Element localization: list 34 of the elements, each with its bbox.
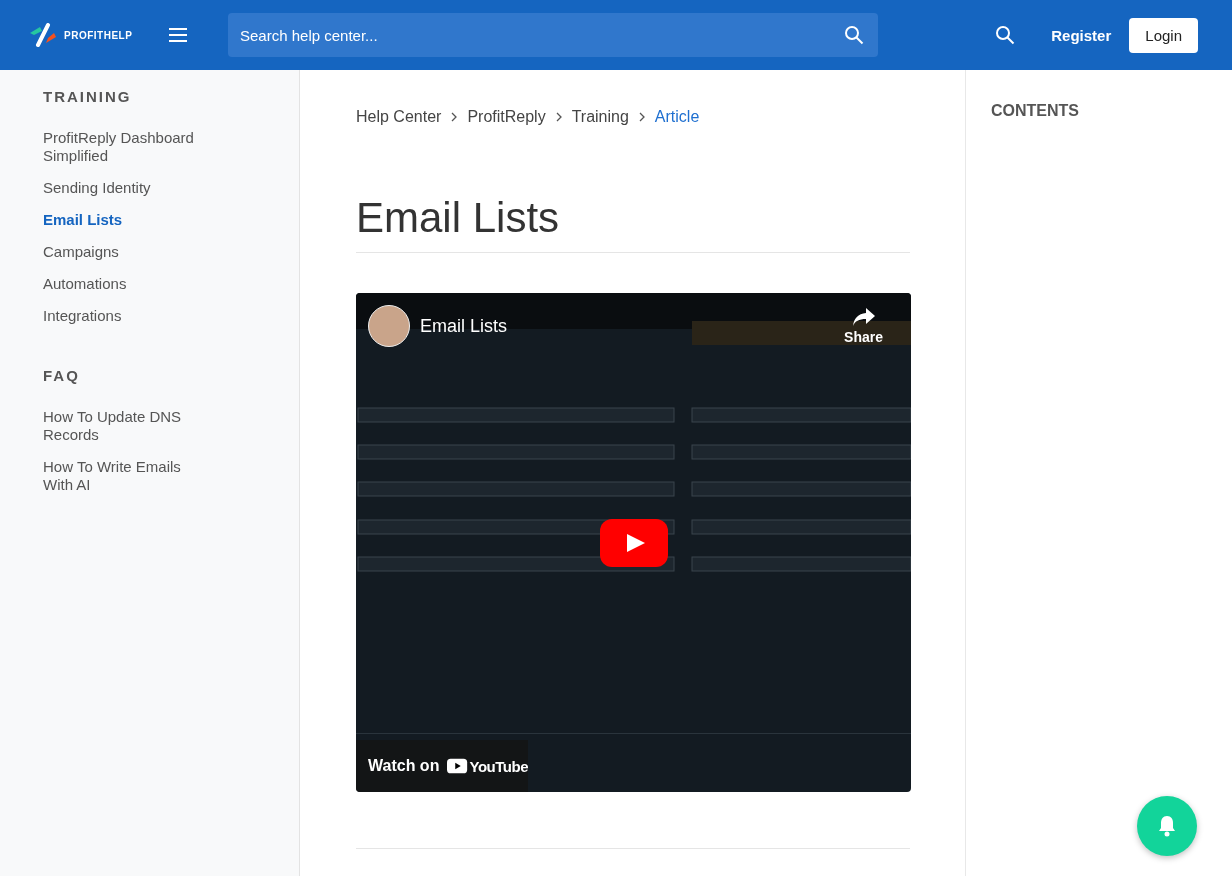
logo-text: PROFITHELP	[64, 29, 133, 41]
sidebar-item[interactable]: Campaigns	[43, 243, 213, 261]
breadcrumb-link[interactable]: Help Center	[356, 108, 442, 126]
section-title: TRAINING	[43, 88, 132, 105]
menu-icon[interactable]	[168, 27, 188, 43]
chevron-icon	[554, 112, 563, 122]
sidebar-item[interactable]: Email Lists	[43, 211, 213, 229]
sidebar-item[interactable]: ProfitReply Dashboard Simplified	[43, 129, 213, 165]
sidebar-item[interactable]: Automations	[43, 275, 213, 293]
chevron-icon	[637, 112, 646, 122]
share-button[interactable]: Share	[844, 307, 883, 345]
share-icon	[851, 307, 876, 327]
sidebar-item[interactable]: Integrations	[43, 307, 213, 325]
sidebar-item[interactable]: Sending Identity	[43, 179, 213, 197]
article-title: Email Lists	[356, 194, 561, 242]
contents-title: CONTENTS	[991, 102, 1080, 120]
sidebar-item[interactable]: How To Write Emails With AI	[43, 458, 213, 494]
section-title: FAQ	[43, 367, 80, 384]
video-title[interactable]: Email Lists	[420, 315, 508, 337]
sidebar-item[interactable]: How To Update DNS Records	[43, 408, 213, 444]
video-player[interactable]: Email Lists Share Watch on YouTube	[356, 293, 911, 792]
login-button[interactable]: Login	[1129, 17, 1198, 53]
search-icon[interactable]	[995, 25, 1016, 45]
search-icon[interactable]	[844, 25, 864, 45]
chevron-icon	[450, 112, 459, 122]
breadcrumb-link[interactable]: ProfitReply	[467, 108, 546, 126]
breadcrumb-link[interactable]: Article	[654, 108, 700, 126]
breadcrumb-link[interactable]: Training	[571, 108, 629, 126]
youtube-icon	[447, 758, 468, 774]
register-link[interactable]: Register	[1051, 26, 1112, 44]
search-field[interactable]: Search help center...	[228, 13, 878, 57]
bell-icon	[1157, 815, 1177, 837]
play-button[interactable]	[600, 519, 668, 567]
watch-on-youtube-button[interactable]: Watch on YouTube	[356, 740, 528, 792]
